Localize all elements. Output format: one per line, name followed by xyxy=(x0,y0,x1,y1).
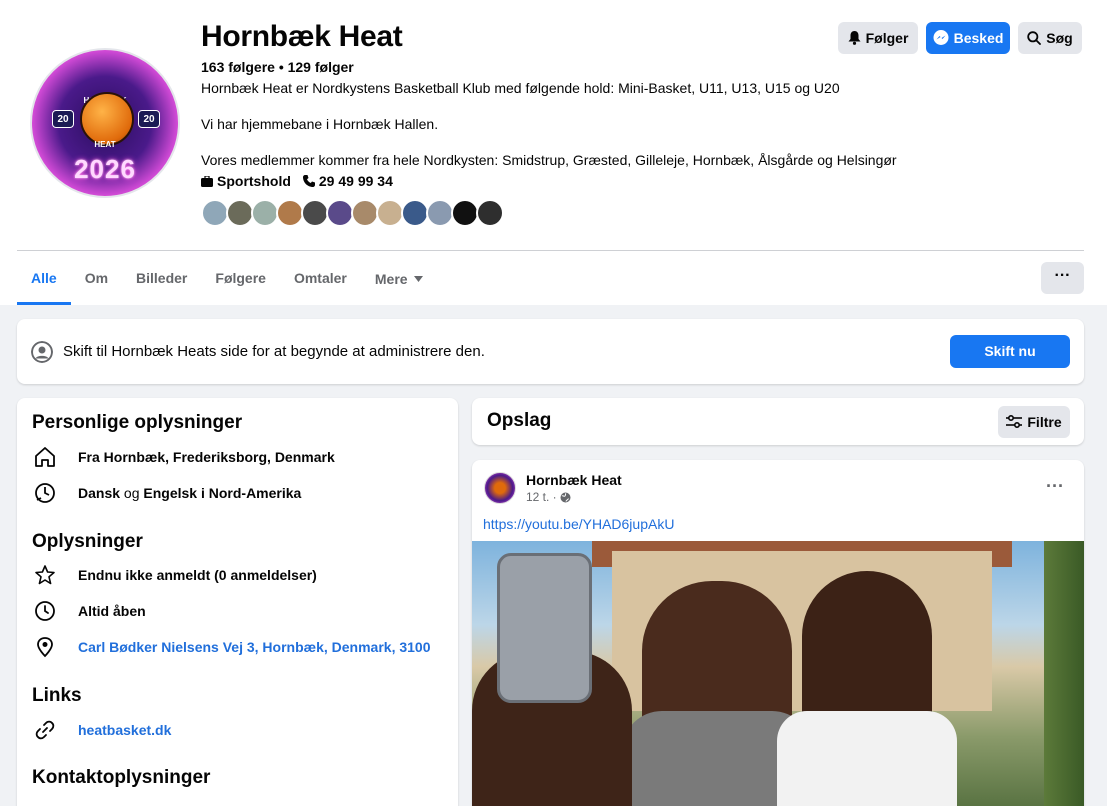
rating-text: Endnu ikke anmeldt (0 anmeldelser) xyxy=(78,567,317,583)
post-author-avatar[interactable] xyxy=(484,472,516,504)
post-card: Hornbæk Heat 12 t. · ··· https://youtu.b… xyxy=(472,460,1084,806)
posts-title: Opslag xyxy=(487,410,552,431)
intro-card: Personlige oplysninger Fra Hornbæk, Fred… xyxy=(17,398,458,806)
switch-now-button[interactable]: Skift nu xyxy=(950,335,1070,368)
hours-row: Altid åben xyxy=(32,598,146,624)
post-time-text: 12 t. · xyxy=(526,490,557,504)
clock-icon xyxy=(32,598,58,624)
category-label: Sportshold xyxy=(217,173,291,189)
post-photo[interactable] xyxy=(472,541,1084,806)
tab-more-label: Mere xyxy=(374,270,408,287)
phone-number: 29 49 99 34 xyxy=(318,173,393,189)
home-icon xyxy=(32,444,58,470)
header-divider xyxy=(17,250,1084,251)
badge-right-number: 20 xyxy=(138,110,160,128)
person-left xyxy=(622,581,812,806)
badge-year: 2026 xyxy=(74,154,136,184)
tab-about[interactable]: Om xyxy=(71,252,122,305)
message-label: Besked xyxy=(953,30,1004,46)
profile-picture[interactable]: HORNBÆK 20 20 HEAT 2026 xyxy=(30,48,180,198)
post-timestamp[interactable]: 12 t. · xyxy=(526,490,571,504)
badge-left-number: 20 xyxy=(52,110,74,128)
posts-header-card: Opslag Filtre xyxy=(472,398,1084,445)
follower-avatar[interactable] xyxy=(226,199,254,227)
follower-avatar[interactable] xyxy=(326,199,354,227)
follower-stats[interactable]: 163 følgere • 129 følger xyxy=(201,59,354,75)
language-icon xyxy=(32,480,58,506)
page-title: Hornbæk Heat xyxy=(201,20,403,53)
follower-avatars[interactable] xyxy=(201,199,504,227)
rating-row: Endnu ikke anmeldt (0 anmeldelser) xyxy=(32,562,317,588)
following-button[interactable]: Følger xyxy=(838,22,918,54)
follower-avatar[interactable] xyxy=(401,199,429,227)
switch-profile-banner: Skift til Hornbæk Heats side for at begy… xyxy=(17,319,1084,384)
language-b: Engelsk i Nord-Amerika xyxy=(143,485,302,501)
search-button[interactable]: Søg xyxy=(1018,22,1082,54)
languages-row: Dansk og Engelsk i Nord-Amerika xyxy=(32,480,301,506)
post-author-name[interactable]: Hornbæk Heat xyxy=(526,472,622,488)
follower-avatar[interactable] xyxy=(351,199,379,227)
tab-more[interactable]: Mere xyxy=(361,252,437,305)
bell-icon xyxy=(848,31,861,45)
tab-photos[interactable]: Billeder xyxy=(122,252,201,305)
contact-title: Kontaktoplysninger xyxy=(32,767,211,788)
website-row[interactable]: heatbasket.dk xyxy=(32,717,171,743)
link-icon xyxy=(32,717,58,743)
links-title: Links xyxy=(32,685,82,706)
intro-line-3: Vores medlemmer kommer fra hele Nordkyst… xyxy=(201,152,897,168)
person-right xyxy=(777,571,957,806)
follower-avatar[interactable] xyxy=(201,199,229,227)
star-icon xyxy=(32,562,58,588)
address-row[interactable]: Carl Bødker Nielsens Vej 3, Hornbæk, Den… xyxy=(32,634,431,660)
language-a: Dansk xyxy=(78,485,121,501)
filter-sliders-icon xyxy=(1006,415,1023,429)
badge-arc-bottom: HEAT xyxy=(94,140,116,149)
follower-avatar[interactable] xyxy=(476,199,504,227)
category-item: Sportshold xyxy=(201,173,291,189)
briefcase-icon xyxy=(201,175,213,187)
search-icon xyxy=(1027,31,1042,45)
palm-tree xyxy=(1044,541,1084,806)
intro-line-1: Hornbæk Heat er Nordkystens Basketball K… xyxy=(201,80,840,96)
location-row: Fra Hornbæk, Frederiksborg, Denmark xyxy=(32,444,335,470)
website-link[interactable]: heatbasket.dk xyxy=(78,722,171,738)
post-menu-button[interactable]: ··· xyxy=(1046,476,1064,497)
info-title: Oplysninger xyxy=(32,531,143,552)
address-link[interactable]: Carl Bødker Nielsens Vej 3, Hornbæk, Den… xyxy=(78,639,431,655)
switch-profile-icon xyxy=(31,341,53,363)
caret-down-icon xyxy=(413,275,423,282)
language-sep: og xyxy=(120,485,144,501)
follower-avatar[interactable] xyxy=(276,199,304,227)
following-label: Følger xyxy=(865,30,909,46)
profile-tabs: Alle Om Billeder Følgere Omtaler Mere xyxy=(17,252,437,305)
follower-avatar[interactable] xyxy=(376,199,404,227)
basketball-logo xyxy=(80,92,134,146)
tab-reviews[interactable]: Omtaler xyxy=(280,252,361,305)
follower-avatar[interactable] xyxy=(301,199,329,227)
tab-followers[interactable]: Følgere xyxy=(201,252,280,305)
more-options-button[interactable]: ··· xyxy=(1041,262,1084,294)
post-youtube-link[interactable]: https://youtu.be/YHAD6jupAkU xyxy=(483,516,674,532)
globe-icon xyxy=(560,492,571,502)
phone-item: 29 49 99 34 xyxy=(302,173,393,189)
tab-all[interactable]: Alle xyxy=(17,252,71,305)
map-pin-icon xyxy=(32,634,58,660)
follower-avatar[interactable] xyxy=(251,199,279,227)
intro-line-2: Vi har hjemmebane i Hornbæk Hallen. xyxy=(201,116,439,132)
messenger-icon xyxy=(933,30,949,45)
smartphone xyxy=(497,553,592,703)
location-text: Fra Hornbæk, Frederiksborg, Denmark xyxy=(78,449,335,465)
phone-icon xyxy=(302,175,315,187)
filter-button[interactable]: Filtre xyxy=(998,406,1070,438)
search-label: Søg xyxy=(1046,30,1073,46)
personal-info-title: Personlige oplysninger xyxy=(32,412,243,433)
switch-banner-text: Skift til Hornbæk Heats side for at begy… xyxy=(63,343,485,360)
follower-avatar[interactable] xyxy=(451,199,479,227)
message-button[interactable]: Besked xyxy=(926,22,1010,54)
follower-avatar[interactable] xyxy=(426,199,454,227)
filter-label: Filtre xyxy=(1027,414,1062,430)
page-meta: Sportshold 29 49 99 34 xyxy=(201,173,393,189)
hours-text: Altid åben xyxy=(78,603,146,619)
